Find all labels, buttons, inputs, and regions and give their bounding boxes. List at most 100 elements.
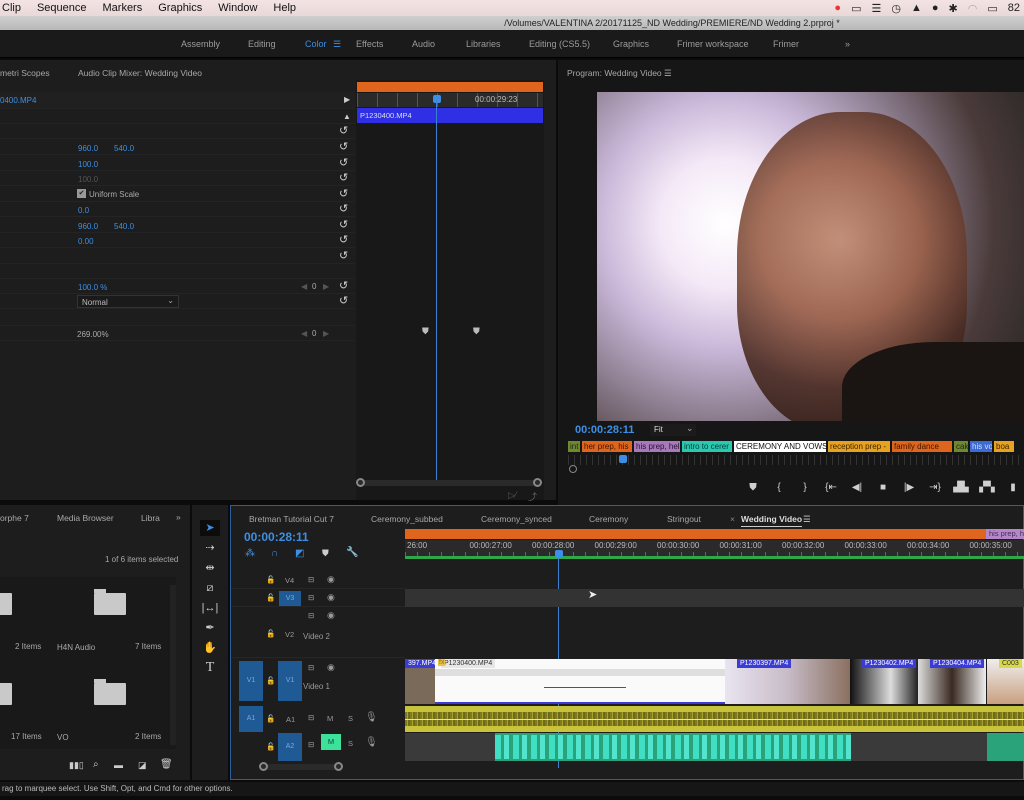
- reset-icon[interactable]: ↺: [339, 140, 348, 153]
- position-x[interactable]: 960.0: [78, 144, 98, 153]
- audio-clip-a1[interactable]: [405, 706, 1024, 732]
- timeline-timecode[interactable]: 00:00:28:11: [244, 530, 309, 544]
- type-tool-icon[interactable]: T: [200, 660, 220, 676]
- next-keyframe-icon[interactable]: ▶: [323, 329, 329, 338]
- source-patch-a1[interactable]: A1: [239, 706, 263, 732]
- lock-icon[interactable]: 🔓: [266, 742, 275, 751]
- lock-icon[interactable]: 🔓: [266, 575, 275, 584]
- nest-icon[interactable]: ⁂: [245, 548, 255, 559]
- scroll-handle-right[interactable]: [533, 478, 542, 487]
- play-arrow-icon[interactable]: ▶: [344, 95, 350, 104]
- program-marker[interactable]: family dance: [892, 441, 952, 452]
- tab-wedding-video[interactable]: Wedding Video: [741, 514, 803, 527]
- program-marker[interactable]: boa: [994, 441, 1014, 452]
- selection-tool-icon[interactable]: ➤: [200, 520, 220, 536]
- reset-icon[interactable]: ↺: [339, 279, 348, 292]
- tab-sequence[interactable]: Ceremony_synced: [481, 514, 552, 524]
- video-clip[interactable]: P1230404.MP4: [918, 659, 986, 704]
- program-marker[interactable]: his vo: [970, 441, 992, 452]
- workspace-assembly[interactable]: Assembly: [181, 39, 220, 49]
- lift-icon[interactable]: ▟▙: [948, 482, 974, 493]
- step-forward-icon[interactable]: |▶: [896, 482, 922, 493]
- bin-name[interactable]: H4N Audio: [57, 643, 95, 652]
- bin-scrollbar[interactable]: [170, 585, 176, 745]
- menu-graphics[interactable]: Graphics: [158, 2, 212, 14]
- reset-icon[interactable]: ↺: [339, 249, 348, 262]
- airplay-icon[interactable]: ▭: [987, 2, 997, 15]
- time-remap-value[interactable]: 269.00%: [77, 330, 109, 339]
- lock-icon[interactable]: 🔓: [266, 676, 275, 685]
- work-area-bar[interactable]: [405, 529, 1024, 539]
- extract-icon[interactable]: ▞▚: [974, 482, 1000, 493]
- video-clip[interactable]: 397.MP4: [405, 659, 435, 704]
- keyframe-icon[interactable]: ⛊: [473, 326, 480, 337]
- step-back-icon[interactable]: ◀|: [844, 482, 870, 493]
- video-clip[interactable]: C003: [987, 659, 1024, 704]
- hand-tool-icon[interactable]: ✋: [200, 640, 220, 656]
- panel-menu-icon[interactable]: ☰: [664, 68, 672, 79]
- tab-sequence[interactable]: Stringout: [667, 514, 701, 524]
- ripple-edit-tool-icon[interactable]: ⇹: [200, 560, 220, 576]
- anti-flicker-value[interactable]: 0.00: [78, 237, 94, 246]
- panel-overflow-button[interactable]: »: [176, 512, 181, 522]
- eye-icon[interactable]: ◉: [327, 574, 335, 585]
- tab-sequence[interactable]: Bretman Tutorial Cut 7: [249, 514, 334, 524]
- prev-keyframe-icon[interactable]: ◀: [301, 282, 307, 291]
- rotation-value[interactable]: 0.0: [78, 206, 89, 215]
- bluetooth-icon[interactable]: ✱: [949, 2, 958, 15]
- workspace-audio[interactable]: Audio: [412, 39, 435, 49]
- workspace-menu-icon[interactable]: ☰: [333, 39, 341, 50]
- mark-out-icon[interactable]: }: [792, 482, 818, 493]
- program-marker[interactable]: his prep, hel: [634, 441, 680, 452]
- search-icon[interactable]: ⌕: [93, 759, 99, 770]
- new-item-icon[interactable]: ◪: [138, 760, 147, 771]
- reset-icon[interactable]: ↺: [339, 156, 348, 169]
- tab-lumetri-scopes[interactable]: metri Scopes: [0, 68, 50, 78]
- lock-icon[interactable]: 🔓: [266, 714, 275, 723]
- menu-markers[interactable]: Markers: [103, 2, 153, 14]
- eye-icon[interactable]: ◉: [327, 662, 335, 673]
- program-marker[interactable]: reception prep -: [828, 441, 890, 452]
- microphone-icon[interactable]: 🎙: [365, 712, 378, 723]
- anchor-y[interactable]: 540.0: [114, 222, 134, 231]
- folder-icon[interactable]: [0, 593, 12, 615]
- timeline-ruler[interactable]: 26:00 00:00:27:00 00:00:28:00 00:00:29:00 00…: [405, 540, 1024, 556]
- workspace-libraries[interactable]: Libraries: [466, 39, 501, 49]
- new-bin-icon[interactable]: ▬: [114, 760, 123, 770]
- sync-lock-icon[interactable]: ⊟: [308, 575, 314, 584]
- workspace-frimer[interactable]: Frimer: [773, 39, 799, 49]
- tab-lumetri-presets[interactable]: orphe 7: [0, 513, 29, 523]
- program-timecode[interactable]: 00:00:28:11: [575, 424, 634, 436]
- display-icon[interactable]: ▭: [851, 2, 861, 15]
- sync-lock-icon[interactable]: ⊟: [308, 740, 314, 749]
- timeline-zoom-scrollbar[interactable]: [259, 762, 343, 771]
- cup-icon[interactable]: ●: [932, 2, 939, 14]
- add-marker-icon[interactable]: ⛊: [322, 548, 329, 559]
- solo-button[interactable]: S: [348, 714, 353, 723]
- reset-icon[interactable]: ↺: [339, 202, 348, 215]
- export-frame-icon[interactable]: ▮: [1000, 482, 1024, 493]
- scale-value[interactable]: 100.0: [78, 160, 98, 169]
- track-target-v3[interactable]: V3: [279, 591, 301, 606]
- mute-button[interactable]: M: [327, 714, 333, 723]
- close-tab-icon[interactable]: ×: [730, 514, 735, 524]
- eye-icon[interactable]: ◉: [327, 610, 335, 621]
- mark-in-icon[interactable]: {: [766, 482, 792, 493]
- track-label[interactable]: A1: [286, 715, 295, 724]
- audio-clip-a2[interactable]: [495, 733, 851, 761]
- lock-icon[interactable]: 🔓: [266, 629, 275, 638]
- opacity-rubberband[interactable]: [544, 687, 626, 688]
- sync-lock-icon[interactable]: ⊟: [308, 663, 314, 672]
- ec-clip-bar[interactable]: P1230400.MP4: [357, 108, 543, 123]
- export-icon[interactable]: ⤴: [528, 490, 537, 503]
- work-area-bar[interactable]: [357, 82, 543, 92]
- reset-icon[interactable]: ↺: [339, 218, 348, 231]
- anchor-x[interactable]: 960.0: [78, 222, 98, 231]
- workspace-color[interactable]: Color: [305, 39, 327, 49]
- hat-icon[interactable]: ▲: [911, 2, 922, 14]
- v3-track-area[interactable]: [405, 589, 1024, 607]
- tab-sequence[interactable]: Ceremony: [589, 514, 628, 524]
- add-marker-icon[interactable]: ⛊: [740, 482, 766, 493]
- pen-tool-icon[interactable]: ✒: [200, 620, 220, 636]
- sync-lock-icon[interactable]: ⊟: [308, 611, 314, 620]
